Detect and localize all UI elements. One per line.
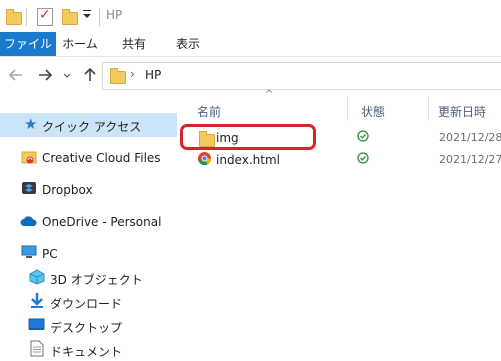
customize-dropdown-icon[interactable] [82,10,92,22]
tab-view[interactable]: 表示 [165,32,211,56]
nav-item-label: PC [42,247,58,261]
tab-home[interactable]: ホーム [57,32,103,56]
nav-item-pc[interactable]: PC [0,241,177,265]
forward-arrow-icon[interactable] [36,66,54,84]
file-row-index-html[interactable]: index.html 2021/12/27 [177,149,501,171]
nav-item-label: Creative Cloud Files [42,151,161,165]
up-arrow-icon[interactable] [81,66,99,84]
nav-item-downloads[interactable]: ダウンロード [0,289,177,313]
documents-icon [30,340,44,357]
synced-check-icon [357,130,369,142]
nav-item-3d-objects[interactable]: 3D オブジェクト [0,265,177,289]
star-icon: ★ [24,115,38,133]
3d-objects-icon [29,269,45,285]
column-header-status[interactable]: 状態 [361,103,385,120]
download-icon [31,293,43,308]
title-bar: ✓ HP [0,0,501,32]
toolbar-divider [99,8,100,26]
nav-item-desktop[interactable]: デスクトップ [0,313,177,337]
tab-file[interactable]: ファイル [0,32,56,56]
dropbox-icon [22,182,36,194]
toolbar-divider [26,8,27,26]
column-divider[interactable] [428,97,429,121]
back-arrow-icon[interactable] [7,66,25,84]
properties-icon[interactable]: ✓ [37,7,53,26]
ribbon-tabs: ファイル ホーム 共有 表示 [0,32,501,57]
nav-item-documents[interactable]: ドキュメント [0,337,177,361]
nav-item-dropbox[interactable]: Dropbox [0,177,177,201]
nav-item-label: クイック アクセス [42,120,142,134]
highlight-annotation [180,124,316,150]
breadcrumb-chevron-icon[interactable]: › [130,67,135,81]
onedrive-cloud-icon [20,216,37,226]
nav-item-label: OneDrive - Personal [42,215,162,229]
address-bar[interactable]: › HP [102,62,501,90]
nav-item-label: ドキュメント [50,345,123,359]
navigation-pane: ★ クイック アクセス Creative Cloud Files Dropbox… [0,93,177,360]
recent-locations-chevron-icon[interactable] [62,66,72,84]
chrome-icon [197,151,212,166]
desktop-icon [28,318,45,330]
creative-cloud-folder-icon [21,151,37,164]
file-date: 2021/12/27 [439,153,501,166]
new-folder-icon[interactable] [62,9,78,25]
nav-item-label: 3D オブジェクト [50,273,143,287]
file-date: 2021/12/28 [439,131,501,144]
file-name: index.html [216,153,280,167]
folder-icon[interactable] [6,9,22,25]
synced-check-icon [357,152,369,164]
navigation-bar: › HP [0,57,501,93]
pc-icon [21,245,37,258]
column-header-name[interactable]: 名前 [197,103,221,120]
nav-item-creative-cloud[interactable]: Creative Cloud Files [0,145,177,169]
column-divider[interactable] [347,97,348,121]
nav-item-onedrive[interactable]: OneDrive - Personal [0,209,177,233]
nav-item-label: デスクトップ [50,321,123,335]
tab-share[interactable]: 共有 [111,32,157,56]
column-header-row: ^ 名前 状態 更新日時 [177,89,501,123]
sort-ascending-icon: ^ [265,89,274,100]
file-list: ^ 名前 状態 更新日時 img 2021/12/28 index.html 2… [177,89,501,360]
window-title: HP [106,8,123,22]
nav-item-quick-access[interactable]: ★ クイック アクセス [0,113,177,137]
folder-icon [110,68,126,84]
breadcrumb-hp[interactable]: HP [145,68,161,82]
nav-item-label: Dropbox [42,183,93,197]
column-header-date-modified[interactable]: 更新日時 [438,103,486,120]
nav-item-label: ダウンロード [50,297,123,311]
